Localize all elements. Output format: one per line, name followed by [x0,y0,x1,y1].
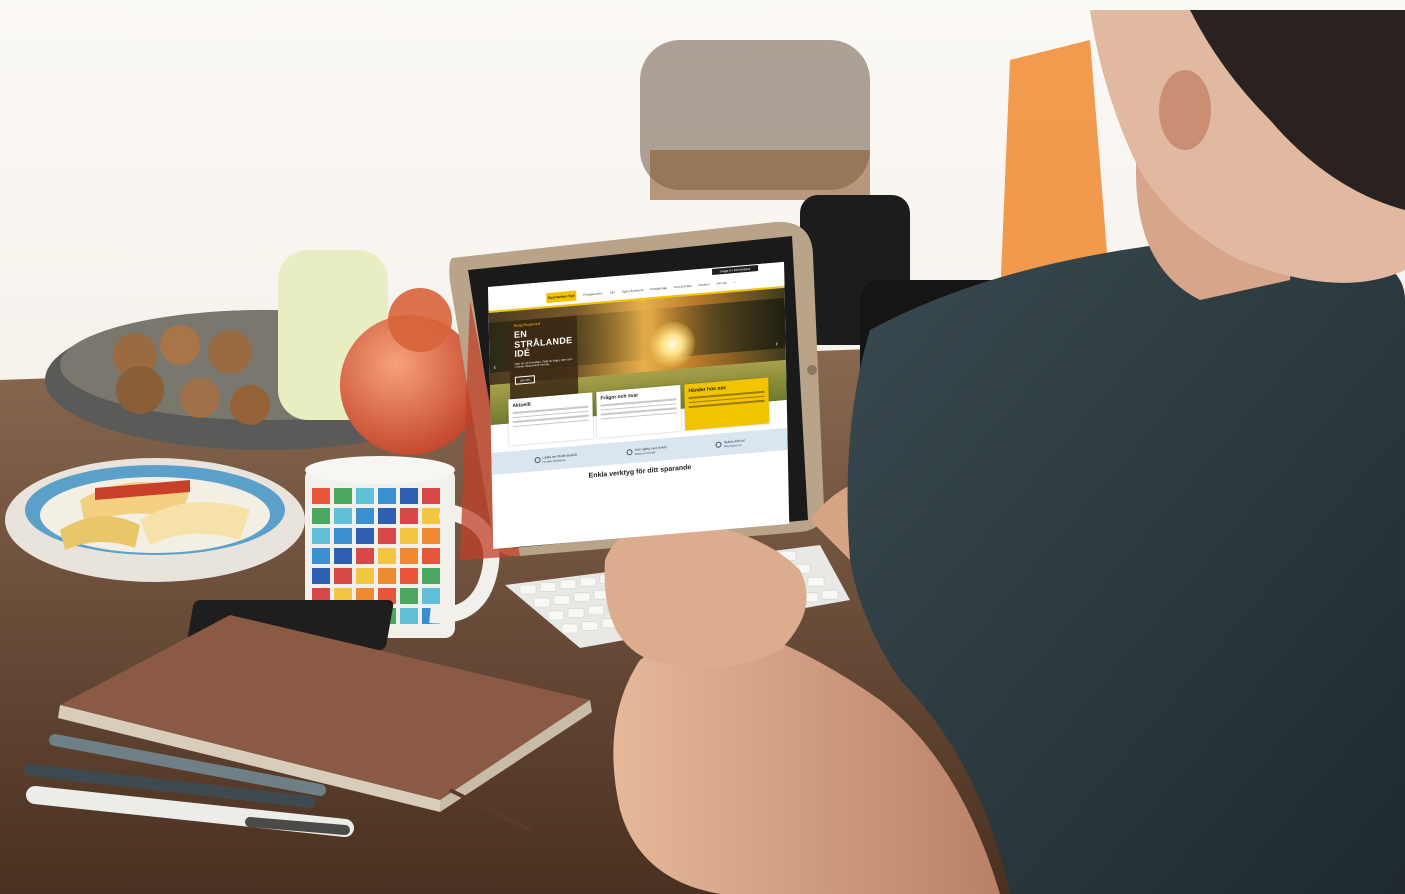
photo-scene: Logga in / Internetbank Sparbanken Syd P… [0,0,1405,894]
nav-item[interactable]: Försäkringar [650,286,667,291]
nav-item[interactable]: Spara & placera [622,288,644,294]
card-fragor-och-svar[interactable]: Frågor och svar [596,384,682,438]
nav-item[interactable]: Lån [610,290,615,294]
site-logo[interactable]: Sparbanken Syd [546,290,577,304]
swish-icon [626,448,633,456]
card-aktuellt[interactable]: Aktuellt [508,392,594,446]
quick-link-sub: Ring dygnet runt [723,443,742,449]
hero-next-arrow-icon[interactable]: › [776,340,782,349]
hero-read-more-button[interactable]: Läs mer [514,375,536,386]
ear [1159,70,1211,150]
quick-link-block-card[interactable]: Spärra ditt kort Ring dygnet runt [715,438,745,449]
card-hander-hos-oss[interactable]: Händer hos oss [684,377,770,431]
nav-item[interactable]: Privatpersoner [583,291,603,297]
nav-item[interactable]: Kort & betala [674,284,691,289]
hero-prev-arrow-icon[interactable]: ‹ [494,364,500,373]
search-icon[interactable]: ⌕ [734,280,736,284]
phone-icon [715,441,722,448]
bankid-icon [534,456,541,464]
nav-item[interactable]: Om oss [716,281,726,286]
quick-link-sub: Betala och få betalt [634,451,656,456]
tablet-screen: Logga in / Internetbank Sparbanken Syd P… [488,261,790,549]
quick-link-swish[interactable]: Kom igång med Swish Betala och få betalt [626,445,667,456]
hero-copy: Idéer du vill förverkliga. Ställa du frå… [514,357,573,369]
hero-title: EN STRÅLANDE IDÉ [514,326,573,359]
quick-link-sub: För säker identifiering [542,458,566,464]
nav-item[interactable]: Pension [699,282,710,287]
quick-link-bankid[interactable]: Ladda ner Mobilt BankID För säker identif… [534,453,577,465]
hero-panel: Bengt Bergstrand EN STRÅLANDE IDÉ Idéer … [508,315,579,406]
